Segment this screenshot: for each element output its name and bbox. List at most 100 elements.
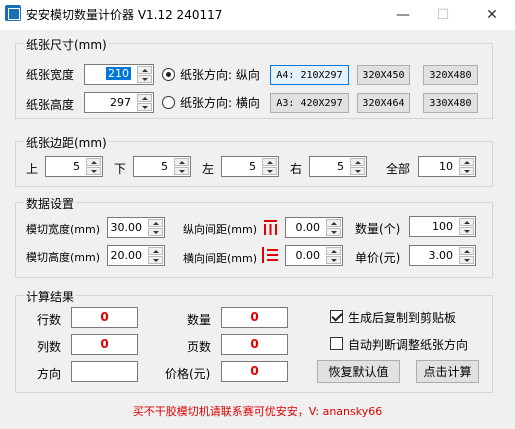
close-button[interactable]: ✕ bbox=[469, 0, 515, 30]
v-spacing-stepper[interactable] bbox=[326, 219, 341, 236]
die-width-stepper[interactable] bbox=[148, 219, 163, 236]
spin-up-icon[interactable] bbox=[148, 247, 163, 255]
preset-a4-button[interactable]: A4: 210X297 bbox=[270, 65, 349, 85]
spin-down-icon[interactable] bbox=[148, 256, 163, 264]
h-spacing-stepper[interactable] bbox=[326, 247, 341, 264]
margin-top-value: 5 bbox=[73, 160, 80, 173]
maximize-button[interactable]: ☐ bbox=[420, 0, 466, 30]
orientation-portrait-label[interactable]: 纸张方向: 纵向 bbox=[180, 66, 260, 83]
orientation-landscape-label[interactable]: 纸张方向: 横向 bbox=[180, 94, 260, 111]
unit-price-stepper[interactable] bbox=[459, 247, 474, 264]
auto-orient-label[interactable]: 自动判断调整纸张方向 bbox=[348, 336, 468, 353]
unit-price-input[interactable]: 3.00 bbox=[409, 245, 476, 266]
orientation-portrait-radio[interactable] bbox=[162, 68, 175, 81]
margin-left-value: 5 bbox=[249, 160, 256, 173]
title-bar: 安安模切数量计价器 V1.12 240117 — ☐ ✕ bbox=[0, 0, 515, 30]
paper-width-input[interactable]: 210 bbox=[84, 64, 154, 85]
h-spacing-input[interactable]: 0.00 bbox=[285, 245, 343, 266]
spin-up-icon[interactable] bbox=[137, 94, 152, 102]
spin-up-icon[interactable] bbox=[137, 66, 152, 74]
unit-price-value: 3.00 bbox=[428, 249, 454, 262]
paper-height-stepper[interactable] bbox=[137, 94, 152, 111]
die-height-stepper[interactable] bbox=[148, 247, 163, 264]
spin-down-icon[interactable] bbox=[174, 167, 189, 175]
data-settings-group-title: 数据设置 bbox=[24, 195, 77, 212]
margin-right-value: 5 bbox=[337, 160, 344, 173]
spin-down-icon[interactable] bbox=[326, 228, 341, 236]
cols-output: 0 bbox=[71, 334, 138, 355]
spin-down-icon[interactable] bbox=[459, 227, 474, 235]
spin-down-icon[interactable] bbox=[326, 256, 341, 264]
spin-up-icon[interactable] bbox=[86, 158, 101, 166]
price-output: 0 bbox=[221, 361, 288, 382]
spin-up-icon[interactable] bbox=[148, 219, 163, 227]
margin-all-stepper[interactable] bbox=[459, 158, 474, 175]
die-height-label: 模切高度(mm) bbox=[26, 251, 101, 264]
spin-up-icon[interactable] bbox=[459, 247, 474, 255]
preset-320x464-button[interactable]: 320X464 bbox=[357, 93, 410, 113]
margin-all-input[interactable]: 10 bbox=[418, 156, 476, 177]
rows-label: 行数 bbox=[37, 313, 62, 327]
auto-orient-checkbox[interactable] bbox=[330, 337, 343, 350]
orientation-landscape-radio[interactable] bbox=[162, 96, 175, 109]
margin-all-label: 全部 bbox=[386, 162, 411, 176]
spin-up-icon[interactable] bbox=[459, 158, 474, 166]
v-spacing-value: 0.00 bbox=[295, 221, 321, 234]
paper-width-label: 纸张宽度 bbox=[26, 68, 75, 82]
margin-left-stepper[interactable] bbox=[262, 158, 277, 175]
spin-up-icon[interactable] bbox=[262, 158, 277, 166]
margin-all-value: 10 bbox=[439, 160, 453, 173]
quantity-stepper[interactable] bbox=[459, 218, 474, 235]
spin-down-icon[interactable] bbox=[459, 256, 474, 264]
margin-bottom-stepper[interactable] bbox=[174, 158, 189, 175]
paper-height-input[interactable]: 297 bbox=[84, 92, 154, 113]
spin-up-icon[interactable] bbox=[326, 247, 341, 255]
app-icon bbox=[5, 5, 21, 21]
margin-top-stepper[interactable] bbox=[86, 158, 101, 175]
preset-330x480-button[interactable]: 330X480 bbox=[423, 93, 478, 113]
spin-down-icon[interactable] bbox=[148, 228, 163, 236]
spin-down-icon[interactable] bbox=[262, 167, 277, 175]
paper-width-value: 210 bbox=[106, 67, 131, 80]
copy-clipboard-label[interactable]: 生成后复制到剪贴板 bbox=[348, 309, 456, 326]
margin-bottom-input[interactable]: 5 bbox=[133, 156, 191, 177]
v-spacing-input[interactable]: 0.00 bbox=[285, 217, 343, 238]
spin-down-icon[interactable] bbox=[350, 167, 365, 175]
paper-width-stepper[interactable] bbox=[137, 66, 152, 83]
quantity-input[interactable]: 100 bbox=[409, 216, 476, 237]
margin-left-input[interactable]: 5 bbox=[221, 156, 279, 177]
die-height-input[interactable]: 20.00 bbox=[107, 245, 165, 266]
margin-right-label: 右 bbox=[290, 162, 303, 176]
cols-label: 列数 bbox=[37, 340, 62, 354]
spin-up-icon[interactable] bbox=[459, 218, 474, 226]
v-spacing-label: 纵向间距(mm) bbox=[183, 223, 258, 236]
spin-up-icon[interactable] bbox=[326, 219, 341, 227]
count-label: 数量 bbox=[187, 313, 212, 327]
spin-down-icon[interactable] bbox=[459, 167, 474, 175]
spin-down-icon[interactable] bbox=[86, 167, 101, 175]
paper-height-label: 纸张高度 bbox=[26, 98, 75, 112]
preset-320x450-button[interactable]: 320X450 bbox=[357, 65, 410, 85]
die-width-input[interactable]: 30.00 bbox=[107, 217, 165, 238]
spin-down-icon[interactable] bbox=[137, 103, 152, 111]
h-spacing-label: 横向间距(mm) bbox=[183, 252, 258, 265]
spin-up-icon[interactable] bbox=[350, 158, 365, 166]
preset-320x480-button[interactable]: 320X480 bbox=[423, 65, 478, 85]
horizontal-spacing-icon bbox=[262, 247, 278, 263]
margin-top-label: 上 bbox=[26, 162, 39, 176]
price-label: 价格(元) bbox=[165, 367, 211, 381]
h-spacing-value: 0.00 bbox=[295, 249, 321, 262]
margin-right-input[interactable]: 5 bbox=[309, 156, 367, 177]
spin-up-icon[interactable] bbox=[174, 158, 189, 166]
margin-top-input[interactable]: 5 bbox=[45, 156, 103, 177]
pages-output: 0 bbox=[221, 334, 288, 355]
calculate-button[interactable]: 点击计算 bbox=[416, 360, 479, 383]
count-output: 0 bbox=[221, 307, 288, 328]
preset-a3-button[interactable]: A3: 420X297 bbox=[270, 93, 349, 113]
die-width-label: 模切宽度(mm) bbox=[26, 223, 101, 236]
margins-group-title: 纸张边距(mm) bbox=[24, 134, 109, 151]
reset-defaults-button[interactable]: 恢复默认值 bbox=[317, 360, 400, 383]
margin-right-stepper[interactable] bbox=[350, 158, 365, 175]
copy-clipboard-checkbox[interactable] bbox=[330, 310, 343, 323]
spin-down-icon[interactable] bbox=[137, 75, 152, 83]
